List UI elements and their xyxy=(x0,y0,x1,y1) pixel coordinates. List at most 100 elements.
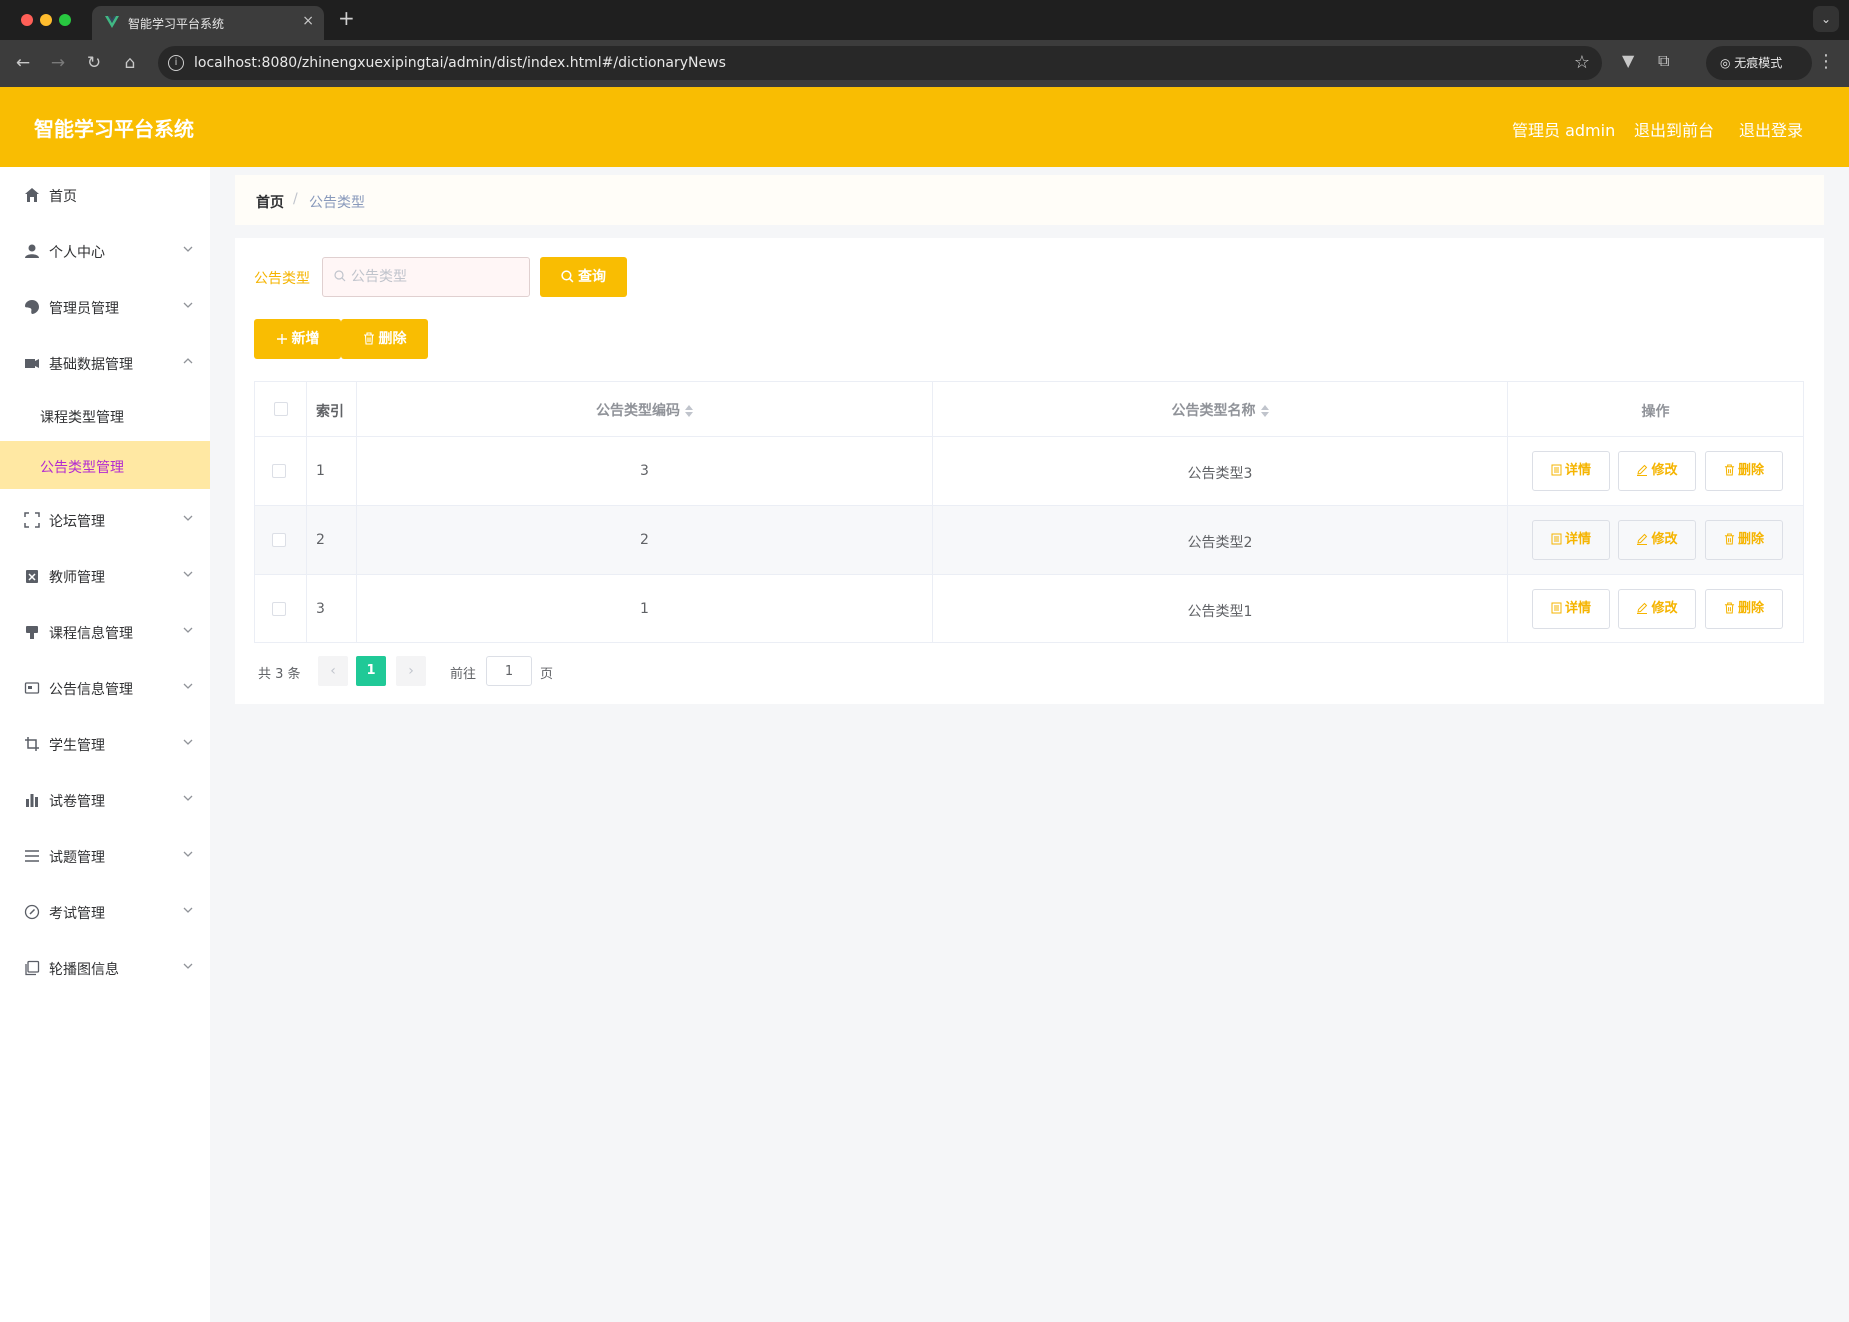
new-tab-button[interactable]: + xyxy=(338,8,355,28)
browser-tab[interactable]: 智能学习平台系统 × xyxy=(92,6,324,40)
exit-to-front-link[interactable]: 退出到前台 xyxy=(1634,117,1714,141)
delete-button-label: 删除 xyxy=(378,331,407,347)
notice-icon xyxy=(24,682,40,694)
sidebar-item-label: 基础数据管理 xyxy=(49,357,133,373)
home-page-icon[interactable]: ⌂ xyxy=(118,51,142,75)
site-info-icon[interactable]: i xyxy=(168,55,184,71)
sort-icon[interactable] xyxy=(1260,405,1269,417)
sidebar-item-notice-info[interactable]: 公告信息管理 xyxy=(0,660,210,716)
sidebar-item-carousel[interactable]: 轮播图信息 xyxy=(0,940,210,996)
search-field[interactable] xyxy=(322,257,530,297)
sidebar-item-question[interactable]: 试题管理 xyxy=(0,828,210,884)
row-code: 1 xyxy=(640,601,649,617)
row-name-cell: 公告类型3 xyxy=(933,437,1508,505)
bookmark-star-icon[interactable]: ☆ xyxy=(1574,52,1590,73)
sidebar-item-basic-data[interactable]: 基础数据管理 xyxy=(0,335,210,391)
row-ops-cell: 详情 修改 删除 xyxy=(1508,437,1803,505)
sidebar-item-home[interactable]: 首页 xyxy=(0,167,210,223)
search-label: 公告类型 xyxy=(254,271,310,287)
add-button[interactable]: 新增 xyxy=(254,319,341,359)
query-button[interactable]: 查询 xyxy=(540,257,627,297)
student-icon xyxy=(25,737,39,751)
document-icon xyxy=(1551,464,1562,476)
forward-icon[interactable]: → xyxy=(46,51,70,75)
row-checkbox[interactable] xyxy=(272,464,286,478)
browser-menu-icon[interactable]: ⋮ xyxy=(1817,51,1835,72)
detail-button[interactable]: 详情 xyxy=(1532,451,1610,491)
batch-delete-button[interactable]: 删除 xyxy=(341,319,428,359)
row-code-cell: 3 xyxy=(357,437,933,505)
column-header-code[interactable]: 公告类型编码 xyxy=(357,400,932,420)
row-index: 2 xyxy=(316,532,325,548)
row-code: 3 xyxy=(640,463,649,479)
header-code-cell[interactable]: 公告类型编码 xyxy=(357,382,933,436)
row-delete-button-label: 删除 xyxy=(1737,532,1764,547)
minimize-window-button[interactable] xyxy=(40,14,52,26)
row-index-cell: 3 xyxy=(307,575,357,643)
goto-page-input[interactable] xyxy=(486,656,532,686)
sort-icon[interactable] xyxy=(685,405,693,417)
sidebar-item-personal-center[interactable]: 个人中心 xyxy=(0,223,210,279)
search-input[interactable] xyxy=(351,258,527,296)
admin-icon xyxy=(25,300,39,314)
row-delete-button[interactable]: 删除 xyxy=(1705,589,1783,629)
edit-button[interactable]: 修改 xyxy=(1618,520,1696,560)
search-icon xyxy=(334,270,346,282)
row-name: 公告类型3 xyxy=(1187,466,1253,482)
url-text[interactable]: localhost:8080/zhinengxuexipingtai/admin… xyxy=(194,55,726,71)
row-name-cell: 公告类型2 xyxy=(933,506,1508,574)
goto-label: 前往 xyxy=(450,667,477,682)
sidebar-item-teacher[interactable]: 教师管理 xyxy=(0,548,210,604)
sidebar-item-forum[interactable]: 论坛管理 xyxy=(0,492,210,548)
chevron-down-icon xyxy=(183,302,193,308)
column-header-name[interactable]: 公告类型名称 xyxy=(933,400,1507,420)
carousel-icon xyxy=(25,960,40,976)
detail-button[interactable]: 详情 xyxy=(1532,589,1610,629)
sidebar-item-paper[interactable]: 试卷管理 xyxy=(0,772,210,828)
address-bar[interactable]: i localhost:8080/zhinengxuexipingtai/adm… xyxy=(158,46,1602,80)
reload-icon[interactable]: ↻ xyxy=(82,51,106,75)
sidebar-item-exam[interactable]: 考试管理 xyxy=(0,884,210,940)
sidebar-item-admin[interactable]: 管理员管理 xyxy=(0,279,210,335)
trash-icon xyxy=(1724,464,1735,476)
chevron-down-icon xyxy=(183,515,193,521)
close-window-button[interactable] xyxy=(21,14,33,26)
row-select-cell xyxy=(255,506,307,574)
row-delete-button[interactable]: 删除 xyxy=(1705,520,1783,560)
next-page-button[interactable]: › xyxy=(396,656,426,686)
sidebar-item-student[interactable]: 学生管理 xyxy=(0,716,210,772)
breadcrumb: 首页 / 公告类型 xyxy=(235,175,1824,225)
logout-link[interactable]: 退出登录 xyxy=(1739,117,1803,141)
row-index: 3 xyxy=(316,601,325,617)
sidebar-subitem-notice-type[interactable]: 公告类型管理 xyxy=(0,441,210,489)
edit-button[interactable]: 修改 xyxy=(1618,451,1696,491)
query-button-label: 查询 xyxy=(578,269,606,285)
sidebar-item-label: 公告信息管理 xyxy=(49,682,133,698)
prev-page-button[interactable]: ‹ xyxy=(318,656,348,686)
sidebar-subitem-course-type[interactable]: 课程类型管理 xyxy=(0,391,210,439)
row-name: 公告类型2 xyxy=(1187,535,1253,551)
select-all-checkbox[interactable] xyxy=(274,402,288,416)
exam-icon xyxy=(24,904,40,920)
sidebar-item-course-info[interactable]: 课程信息管理 xyxy=(0,604,210,660)
header-name-cell[interactable]: 公告类型名称 xyxy=(933,382,1508,436)
tab-close-icon[interactable]: × xyxy=(302,13,314,29)
edit-button[interactable]: 修改 xyxy=(1618,589,1696,629)
incognito-badge[interactable]: ◎ 无痕模式 xyxy=(1706,46,1812,80)
sidebar-item-label: 考试管理 xyxy=(49,906,105,922)
extensions-icon[interactable]: ⧉ xyxy=(1658,51,1669,71)
detail-button[interactable]: 详情 xyxy=(1532,520,1610,560)
row-checkbox[interactable] xyxy=(272,533,286,547)
back-icon[interactable]: ← xyxy=(11,51,35,75)
browser-tab-bar: 智能学习平台系统 × + ⌄ xyxy=(0,0,1849,40)
maximize-window-button[interactable] xyxy=(59,14,71,26)
row-delete-button[interactable]: 删除 xyxy=(1705,451,1783,491)
page-button-current[interactable]: 1 xyxy=(356,656,386,686)
add-button-label: 新增 xyxy=(291,331,320,347)
sidebar-item-label: 论坛管理 xyxy=(49,514,105,530)
breadcrumb-home[interactable]: 首页 xyxy=(256,192,284,212)
vue-devtools-icon[interactable]: ▼ xyxy=(1622,51,1634,70)
row-checkbox[interactable] xyxy=(272,602,286,616)
sidebar-item-label: 教师管理 xyxy=(49,570,105,586)
tab-search-button[interactable]: ⌄ xyxy=(1813,6,1839,32)
